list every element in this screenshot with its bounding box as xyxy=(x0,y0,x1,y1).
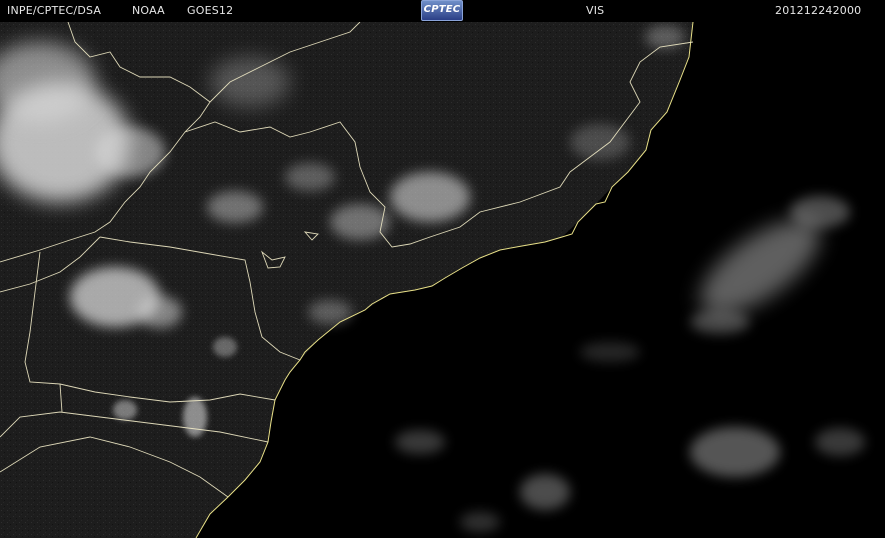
channel-label: VIS xyxy=(586,4,605,17)
image-header: INPE/CPTEC/DSA NOAA GOES12 CPTEC VIS 201… xyxy=(0,0,885,22)
timestamp-label: 201212242000 xyxy=(775,4,862,17)
cptec-logo: CPTEC xyxy=(421,0,463,21)
satellite-label: GOES12 xyxy=(187,4,234,17)
agency-label: NOAA xyxy=(132,4,165,17)
source-label: INPE/CPTEC/DSA xyxy=(7,4,102,17)
cptec-logo-text: CPTEC xyxy=(423,4,461,15)
satellite-map xyxy=(0,22,885,538)
